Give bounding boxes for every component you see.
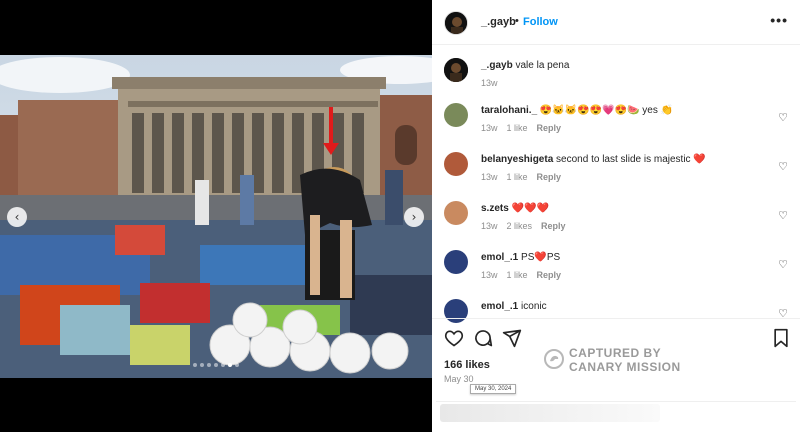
commenter-username[interactable]: belanyeshigeta <box>481 154 553 165</box>
comment-text-line: s.zets ❤️❤️❤️ <box>481 203 549 214</box>
post-media: ‹ › <box>0 0 432 432</box>
likes-count[interactable]: 166 likes <box>444 359 490 371</box>
comment-like-heart-icon[interactable]: ♡ <box>778 111 788 124</box>
caption-meta: 13w <box>481 78 507 88</box>
canary-icon <box>544 349 564 369</box>
post-photo[interactable] <box>0 55 432 378</box>
comment-time: 13w <box>481 221 498 231</box>
comment-time: 13w <box>481 172 498 182</box>
comment-text: ❤️❤️❤️ <box>511 203 549 214</box>
comment-icon[interactable] <box>473 328 493 353</box>
reply-button[interactable]: Reply <box>537 172 562 182</box>
commenter-avatar[interactable] <box>444 152 468 176</box>
bookmark-icon[interactable] <box>772 328 790 353</box>
caption-username[interactable]: _.gayb <box>481 60 513 71</box>
carousel-next-button[interactable]: › <box>404 207 424 227</box>
carousel-dot[interactable] <box>200 363 204 367</box>
comment-likes[interactable]: 1 like <box>507 172 528 182</box>
comment-text-line: belanyeshigeta second to last slide is m… <box>481 154 706 165</box>
date-tooltip: May 30, 2024 <box>470 384 517 394</box>
comment-item: taralohani._ 😍🐱🐱😍😍💗😍🍉 yes 👏 13w 1 like Repl… <box>444 103 794 143</box>
commenter-username[interactable]: emol_.1 <box>481 252 518 263</box>
chevron-left-icon: ‹ <box>14 210 20 224</box>
carousel-prev-button[interactable]: ‹ <box>7 207 27 227</box>
comment-meta: 13w 2 likes Reply <box>481 221 575 231</box>
comment-meta: 13w 1 like Reply <box>481 172 570 182</box>
comment-text: PS❤️PS <box>521 252 561 263</box>
add-comment-bar[interactable] <box>436 401 796 425</box>
comment-likes[interactable]: 2 likes <box>507 221 533 231</box>
watermark-line2: CANARY MISSION <box>569 360 681 374</box>
comment-time: 13w <box>481 270 498 280</box>
comment-likes[interactable]: 1 like <box>507 270 528 280</box>
separator-dot: • <box>515 15 519 27</box>
carousel-dot[interactable] <box>207 363 211 367</box>
comment-item: belanyeshigeta second to last slide is m… <box>444 152 794 192</box>
post-header: _.gayb • Follow ••• <box>432 0 800 45</box>
watermark: CAPTURED BY CANARY MISSION <box>541 346 701 374</box>
comment-input-blurred <box>440 404 660 422</box>
author-avatar[interactable] <box>444 11 468 35</box>
more-options-icon[interactable]: ••• <box>770 12 788 28</box>
comment-like-heart-icon[interactable]: ♡ <box>778 160 788 173</box>
carousel-dots <box>0 363 432 367</box>
reply-button[interactable]: Reply <box>541 221 566 231</box>
comment-text-line: emol_.1 PS❤️PS <box>481 252 560 263</box>
reply-button[interactable]: Reply <box>537 123 562 133</box>
commenter-avatar[interactable] <box>444 201 468 225</box>
watermark-line1: CAPTURED BY <box>569 346 662 360</box>
commenter-avatar[interactable] <box>444 250 468 274</box>
follow-button[interactable]: Follow <box>523 16 558 28</box>
commenter-username[interactable]: s.zets <box>481 203 509 214</box>
campus-encampment-photo <box>0 55 432 378</box>
watermark-text: CAPTURED BY CANARY MISSION <box>569 346 681 374</box>
comment-time: 13w <box>481 123 498 133</box>
comment-item: emol_.1 PS❤️PS 13w 1 like Reply ♡ <box>444 250 794 290</box>
share-icon[interactable] <box>502 328 522 353</box>
comment-text-line: emol_.1 iconic <box>481 301 547 312</box>
commenter-avatar[interactable] <box>444 103 468 127</box>
comment-like-heart-icon[interactable]: ♡ <box>778 258 788 271</box>
caption-text-line: _.gayb vale la pena <box>481 60 569 71</box>
carousel-dot[interactable] <box>228 363 232 367</box>
author-username[interactable]: _.gayb <box>481 16 516 28</box>
chevron-right-icon: › <box>411 210 417 224</box>
carousel-dot[interactable] <box>221 363 225 367</box>
carousel-dot[interactable] <box>193 363 197 367</box>
reply-button[interactable]: Reply <box>537 270 562 280</box>
caption-avatar[interactable] <box>444 58 468 82</box>
caption-text: vale la pena <box>515 60 570 71</box>
comment-meta: 13w 1 like Reply <box>481 270 570 280</box>
comment-likes[interactable]: 1 like <box>507 123 528 133</box>
comment-meta: 13w 1 like Reply <box>481 123 570 133</box>
carousel-dot[interactable] <box>214 363 218 367</box>
commenter-username[interactable]: emol_.1 <box>481 301 518 312</box>
carousel-dot[interactable] <box>235 363 239 367</box>
comment-like-heart-icon[interactable]: ♡ <box>778 209 788 222</box>
comment-text: iconic <box>521 301 547 312</box>
comment-text: 😍🐱🐱😍😍💗😍🍉 yes 👏 <box>539 105 674 116</box>
caption-time: 13w <box>481 78 498 88</box>
comment-text-line: taralohani._ 😍🐱🐱😍😍💗😍🍉 yes 👏 <box>481 105 673 116</box>
heart-icon[interactable] <box>444 328 464 353</box>
commenter-username[interactable]: taralohani._ <box>481 105 537 116</box>
comment-item: s.zets ❤️❤️❤️ 13w 2 likes Reply ♡ <box>444 201 794 241</box>
post-date[interactable]: May 30 <box>444 374 474 384</box>
comment-text: second to last slide is majestic ❤️ <box>556 154 706 165</box>
